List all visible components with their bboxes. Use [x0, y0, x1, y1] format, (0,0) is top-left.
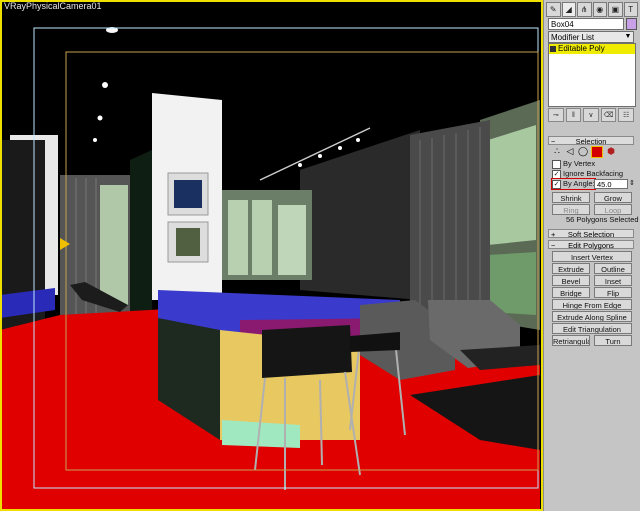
- camera-viewport[interactable]: VRayPhysicalCamera01: [0, 0, 543, 511]
- by-vertex-checkbox[interactable]: By Vertex: [552, 159, 595, 169]
- shrink-button[interactable]: Shrink: [552, 192, 590, 203]
- show-end-result-icon[interactable]: ‖: [565, 108, 582, 122]
- vertex-mode-icon[interactable]: ∴: [552, 146, 562, 156]
- selection-status: 56 Polygons Selected: [566, 215, 639, 224]
- by-angle-label: By Angle:: [563, 179, 595, 188]
- configure-sets-icon[interactable]: ☷: [618, 108, 634, 122]
- by-angle-checkbox[interactable]: ✓ By Angle:: [551, 178, 596, 190]
- collapse-icon: −: [551, 241, 556, 250]
- create-tab[interactable]: ✎: [546, 2, 561, 17]
- polygon-mode-icon[interactable]: ■: [591, 146, 603, 158]
- inset-button[interactable]: Inset: [594, 275, 632, 286]
- create-icon: ✎: [549, 5, 557, 14]
- check-icon: ✓: [552, 169, 561, 179]
- soft-selection-label: Soft Selection: [567, 230, 615, 239]
- chevron-down-icon: ▼: [624, 33, 632, 40]
- stack-item-editable-poly[interactable]: Editable Poly: [549, 44, 635, 54]
- check-icon: ✓: [552, 179, 561, 189]
- stack-toolbar: ⊸ ‖ ∨ ⌫ ☷: [548, 108, 634, 122]
- extrude-button[interactable]: Extrude: [552, 263, 590, 274]
- grow-button[interactable]: Grow: [594, 192, 632, 203]
- angle-value-field[interactable]: 45.0: [594, 179, 628, 189]
- expand-icon: +: [551, 230, 556, 239]
- rendered-scene: [0, 0, 543, 511]
- ignore-backfacing-label: Ignore Backfacing: [563, 169, 624, 178]
- modifier-list-dropdown[interactable]: Modifier List ▼: [548, 31, 634, 43]
- make-unique-icon[interactable]: ∨: [583, 108, 599, 122]
- edit-triangulation-button[interactable]: Edit Triangulation: [552, 323, 632, 334]
- pin-stack-icon[interactable]: ⊸: [548, 108, 564, 122]
- motion-tab[interactable]: ◉: [592, 2, 607, 17]
- viewport-label[interactable]: VRayPhysicalCamera01: [4, 1, 102, 11]
- selection-rollout-header[interactable]: − Selection: [548, 136, 634, 146]
- hierarchy-tab[interactable]: ⋔: [577, 2, 592, 17]
- object-name-field[interactable]: Box04: [548, 18, 624, 30]
- object-color-swatch[interactable]: [626, 18, 637, 30]
- display-icon: ▣: [611, 5, 620, 14]
- modifier-list-label: Modifier List: [551, 33, 595, 42]
- bridge-button[interactable]: Bridge: [552, 287, 590, 298]
- utilities-icon: T: [628, 5, 634, 14]
- flip-button[interactable]: Flip: [594, 287, 632, 298]
- edit-polygons-label: Edit Polygons: [568, 241, 614, 250]
- by-vertex-label: By Vertex: [563, 159, 596, 168]
- motion-icon: ◉: [596, 5, 604, 14]
- edge-mode-icon[interactable]: ◁: [565, 146, 575, 156]
- loop-button[interactable]: Loop: [594, 204, 632, 215]
- display-tab[interactable]: ▣: [608, 2, 623, 17]
- command-panel: ✎ ◢ ⋔ ◉ ▣ T Box04 Modifier List ▼ Editab…: [543, 0, 640, 511]
- utilities-tab[interactable]: T: [623, 2, 638, 17]
- soft-selection-rollout-header[interactable]: + Soft Selection: [548, 229, 634, 239]
- edit-polygons-rollout-header[interactable]: − Edit Polygons: [548, 240, 634, 250]
- extrude-along-spline-button[interactable]: Extrude Along Spline: [552, 311, 632, 322]
- modifier-stack[interactable]: Editable Poly: [548, 43, 636, 107]
- outline-button[interactable]: Outline: [594, 263, 632, 274]
- element-mode-icon[interactable]: ⬢: [606, 146, 616, 156]
- retriangulate-button[interactable]: Retriangulate: [552, 335, 590, 346]
- insert-vertex-button[interactable]: Insert Vertex: [552, 251, 632, 262]
- modify-icon: ◢: [565, 5, 572, 14]
- subobject-icons: ∴ ◁ ◯ ■ ⬢: [552, 146, 616, 158]
- turn-button[interactable]: Turn: [594, 335, 632, 346]
- spinner-icon[interactable]: ⇕: [629, 179, 635, 187]
- hierarchy-icon: ⋔: [580, 5, 588, 14]
- border-mode-icon[interactable]: ◯: [578, 146, 588, 156]
- hinge-from-edge-button[interactable]: Hinge From Edge: [552, 299, 632, 310]
- command-panel-tabs: ✎ ◢ ⋔ ◉ ▣ T: [546, 2, 638, 17]
- checkbox-box: [552, 159, 561, 169]
- stack-item-label: Editable Poly: [558, 44, 605, 53]
- ring-button[interactable]: Ring: [552, 204, 590, 215]
- modify-tab[interactable]: ◢: [561, 2, 576, 17]
- bulb-icon[interactable]: [550, 46, 556, 52]
- ignore-backfacing-checkbox[interactable]: ✓ Ignore Backfacing: [552, 169, 623, 179]
- remove-modifier-icon[interactable]: ⌫: [600, 108, 617, 122]
- bevel-button[interactable]: Bevel: [552, 275, 590, 286]
